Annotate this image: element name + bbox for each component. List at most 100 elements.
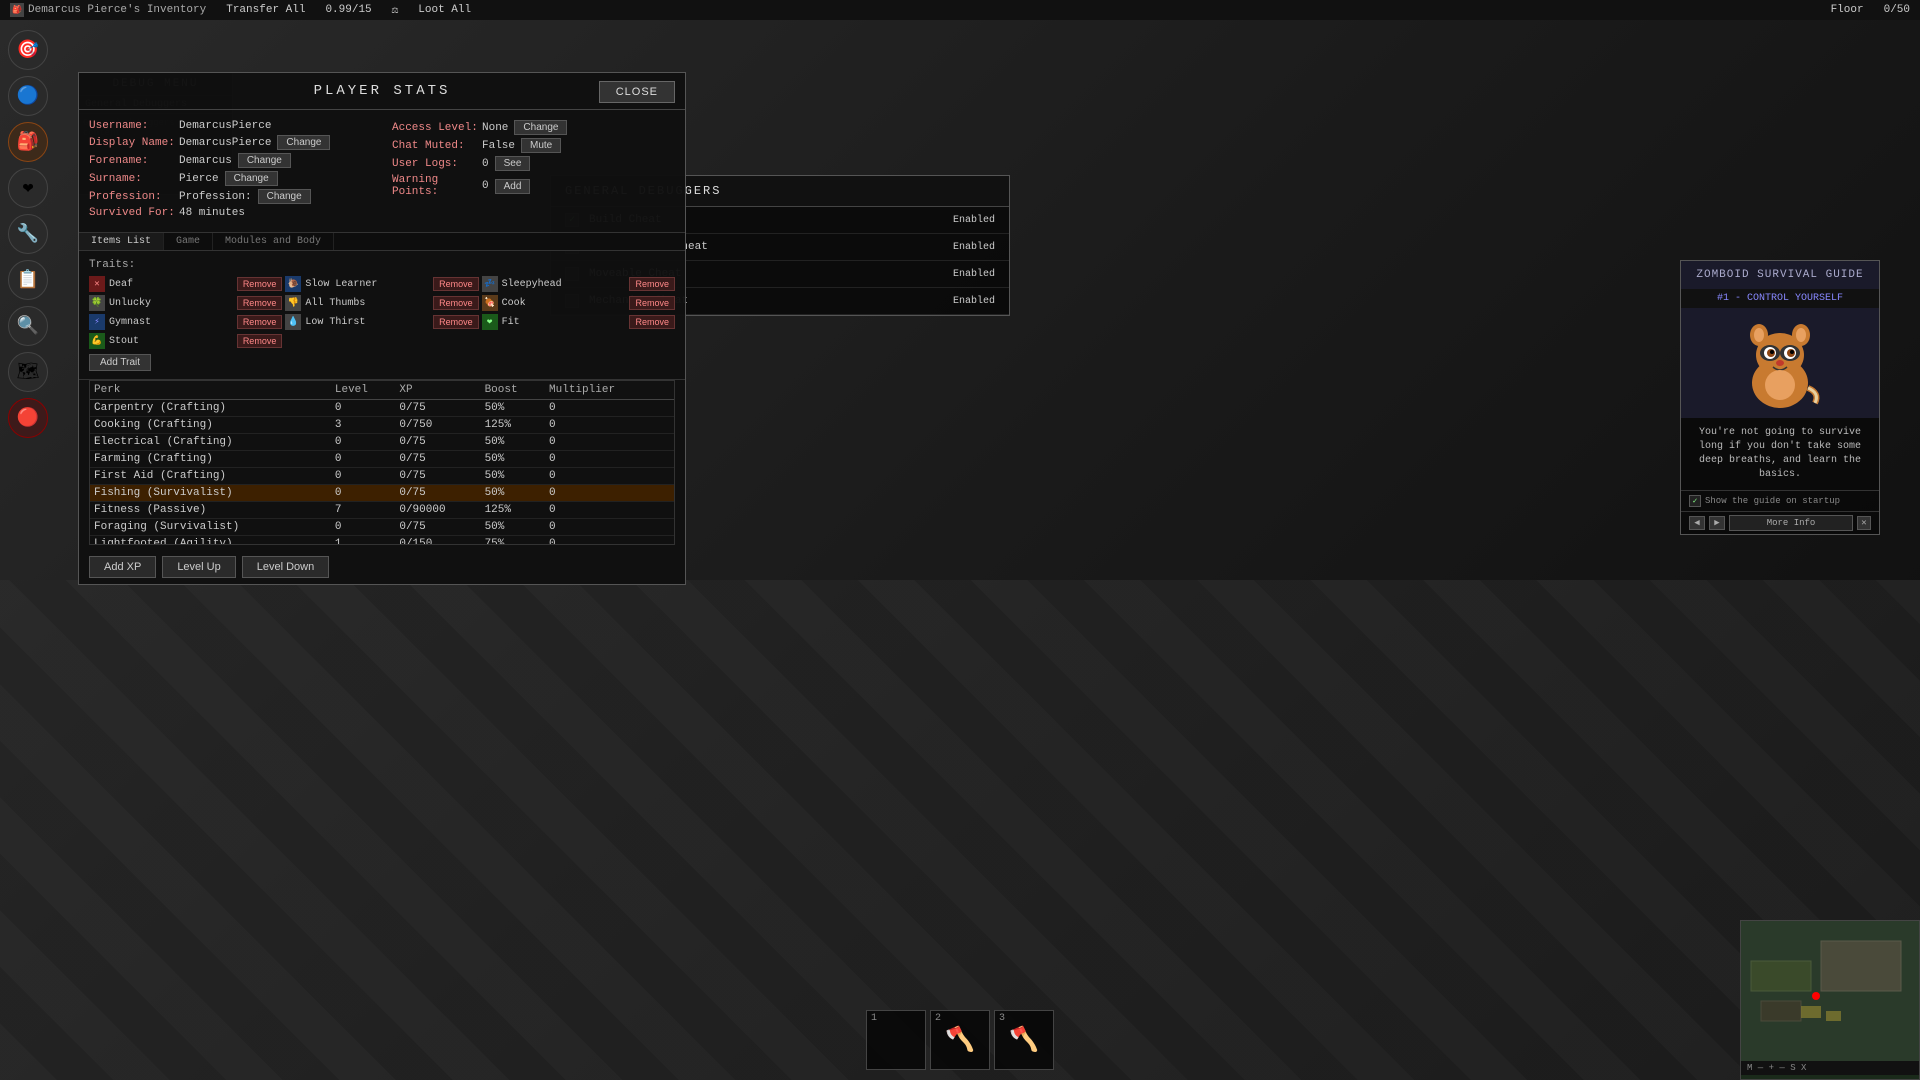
trait-cook-remove[interactable]: Remove: [629, 296, 675, 310]
perk-boost: 125%: [481, 502, 545, 519]
hotbar-slot-1[interactable]: 1: [866, 1010, 926, 1070]
see-btn[interactable]: See: [495, 156, 531, 171]
table-row[interactable]: Farming (Crafting) 0 0/75 50% 0: [90, 451, 674, 468]
trait-stout-icon: 💪: [89, 333, 105, 349]
inventory-title-bar: 🎒 Demarcus Pierce's Inventory: [10, 3, 206, 17]
display-name-change-btn[interactable]: Change: [277, 135, 330, 150]
perk-multiplier: 0: [545, 485, 661, 502]
surname-change-btn[interactable]: Change: [225, 171, 278, 186]
trait-fit-name: Fit: [502, 317, 520, 328]
forename-change-btn[interactable]: Change: [238, 153, 291, 168]
trait-all-thumbs-remove[interactable]: Remove: [433, 296, 479, 310]
hotbar-num-3: 3: [999, 1013, 1005, 1024]
trait-deaf-remove[interactable]: Remove: [237, 277, 283, 291]
guide-next-btn[interactable]: ▶: [1709, 516, 1725, 530]
perk-boost: 50%: [481, 400, 545, 417]
sidebar-icon-9[interactable]: 🔴: [8, 398, 48, 438]
survived-value: 48 minutes: [179, 207, 245, 219]
perk-xp: 0/75: [395, 451, 480, 468]
mute-btn[interactable]: Mute: [521, 138, 561, 153]
trait-sleepyhead-name: Sleepyhead: [502, 279, 562, 290]
close-button[interactable]: CLOSE: [599, 81, 675, 103]
sidebar-icon-6[interactable]: 📋: [8, 260, 48, 300]
warning-points-row: Warning Points: 0 Add: [392, 174, 675, 198]
guide-more-info-btn[interactable]: More Info: [1729, 515, 1853, 531]
guide-prev-btn[interactable]: ◀: [1689, 516, 1705, 530]
perk-multiplier: 0: [545, 417, 661, 434]
sidebar-icon-3[interactable]: 🎒: [8, 122, 48, 162]
trait-fit: ❤ Fit Remove: [482, 314, 675, 330]
trait-deaf-name: Deaf: [109, 279, 133, 290]
perk-name: Foraging (Survivalist): [90, 519, 331, 536]
trait-stout-remove[interactable]: Remove: [237, 334, 283, 348]
perk-boost: 50%: [481, 451, 545, 468]
add-btn[interactable]: Add: [495, 179, 531, 194]
add-trait-button[interactable]: Add Trait: [89, 354, 151, 371]
trait-sleepyhead-remove[interactable]: Remove: [629, 277, 675, 291]
inventory-icon: 🎒: [10, 3, 24, 17]
sidebar-icon-4[interactable]: ❤: [8, 168, 48, 208]
table-row[interactable]: Electrical (Crafting) 0 0/75 50% 0: [90, 434, 674, 451]
tab-game[interactable]: Game: [164, 233, 213, 250]
table-row[interactable]: Lightfooted (Agility) 1 0/150 75% 0: [90, 536, 674, 546]
trait-cook: 🍖 Cook Remove: [482, 295, 675, 311]
col-extra: [661, 381, 674, 400]
forename-row: Forename: Demarcus Change: [89, 153, 372, 168]
floor-tiles: [0, 580, 1920, 1080]
transfer-all-btn[interactable]: Transfer All: [226, 4, 305, 16]
trait-gymnast-remove[interactable]: Remove: [237, 315, 283, 329]
loot-all-btn[interactable]: Loot All: [418, 4, 471, 16]
table-row[interactable]: Fitness (Passive) 7 0/90000 125% 0: [90, 502, 674, 519]
top-bar: 🎒 Demarcus Pierce's Inventory Transfer A…: [0, 0, 1920, 20]
hotbar-slot-2[interactable]: 2 🪓: [930, 1010, 990, 1070]
table-row[interactable]: Foraging (Survivalist) 0 0/75 50% 0: [90, 519, 674, 536]
table-row[interactable]: First Aid (Crafting) 0 0/75 50% 0: [90, 468, 674, 485]
level-up-button[interactable]: Level Up: [162, 556, 235, 578]
trait-unlucky-remove[interactable]: Remove: [237, 296, 283, 310]
trait-deaf: ✕ Deaf Remove: [89, 276, 282, 292]
guide-close-btn[interactable]: ✕: [1857, 516, 1871, 530]
add-xp-button[interactable]: Add XP: [89, 556, 156, 578]
player-stats-panel: PLAYER STATS CLOSE Username: DemarcusPie…: [78, 72, 686, 585]
sidebar-icon-2[interactable]: 🔵: [8, 76, 48, 116]
survived-label: Survived For:: [89, 207, 179, 219]
weight-icon: ⚖: [392, 3, 399, 17]
sidebar-icon-7[interactable]: 🔍: [8, 306, 48, 346]
sidebar-icon-1[interactable]: 🎯: [8, 30, 48, 70]
table-row[interactable]: Fishing (Survivalist) 0 0/75 50% 0: [90, 485, 674, 502]
trait-low-thirst: 💧 Low Thirst Remove: [285, 314, 478, 330]
perks-table-wrapper[interactable]: Perk Level XP Boost Multiplier Carpentry…: [89, 380, 675, 545]
perk-level: 0: [331, 451, 395, 468]
perk-extra: [661, 400, 674, 417]
trait-low-thirst-remove[interactable]: Remove: [433, 315, 479, 329]
tab-modules-body[interactable]: Modules and Body: [213, 233, 334, 250]
hotbar-slot-3[interactable]: 3 🪓: [994, 1010, 1054, 1070]
guide-startup-checkbox[interactable]: ✓: [1689, 495, 1701, 507]
raccoon-svg: [1735, 313, 1825, 413]
access-level-change-btn[interactable]: Change: [514, 120, 567, 135]
perk-level: 1: [331, 536, 395, 546]
table-row[interactable]: Carpentry (Crafting) 0 0/75 50% 0: [90, 400, 674, 417]
chat-muted-label: Chat Muted:: [392, 140, 482, 152]
trait-slow-learner-icon: 🐌: [285, 276, 301, 292]
col-multiplier: Multiplier: [545, 381, 661, 400]
trait-slow-learner-remove[interactable]: Remove: [433, 277, 479, 291]
profession-change-btn[interactable]: Change: [258, 189, 311, 204]
table-row[interactable]: Cooking (Crafting) 3 0/750 125% 0: [90, 417, 674, 434]
profession-label: Profession:: [89, 191, 179, 203]
sidebar-icon-8[interactable]: 🗺: [8, 352, 48, 392]
level-down-button[interactable]: Level Down: [242, 556, 329, 578]
perk-level: 0: [331, 434, 395, 451]
forename-label: Forename:: [89, 155, 179, 167]
sidebar-icon-5[interactable]: 🔧: [8, 214, 48, 254]
trait-fit-remove[interactable]: Remove: [629, 315, 675, 329]
minimap-controls[interactable]: M — + — S X: [1741, 1061, 1919, 1075]
perk-extra: [661, 434, 674, 451]
hotbar-num-1: 1: [871, 1013, 877, 1024]
traits-label: Traits:: [89, 259, 675, 271]
tab-items-list[interactable]: Items List: [79, 233, 164, 250]
perk-extra: [661, 468, 674, 485]
col-boost: Boost: [481, 381, 545, 400]
guide-bottom-bar: ✓ Show the guide on startup: [1681, 490, 1879, 511]
perk-extra: [661, 417, 674, 434]
